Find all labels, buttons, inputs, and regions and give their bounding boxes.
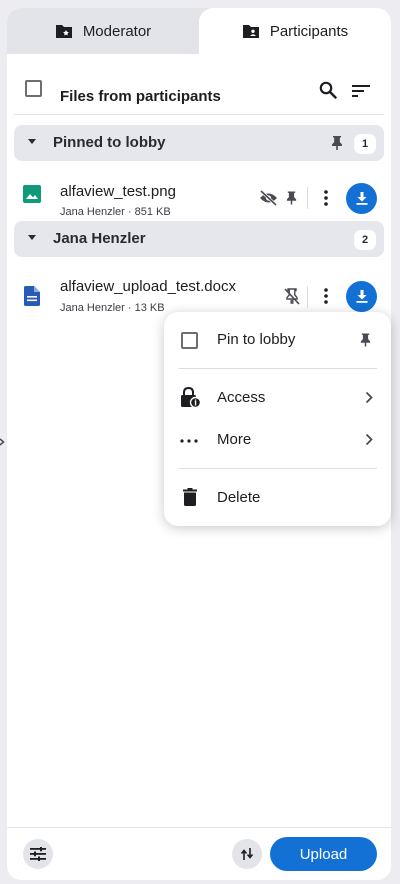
more-options-button[interactable] [319,287,333,305]
group-count-badge: 1 [354,134,376,154]
pin-off-icon [284,287,300,305]
search-icon [319,81,337,99]
sliders-icon [30,847,46,861]
download-button[interactable] [346,281,377,312]
trash-icon [183,488,197,506]
caret-down-icon [28,139,36,144]
tab-participants-label: Participants [269,22,349,40]
file-row[interactable]: alfaview_upload_test.docx Jana Henzler ·… [7,269,391,315]
header-divider [14,114,384,115]
pin-button[interactable] [283,189,299,207]
chevron-right-icon [365,391,373,404]
eye-off-icon [259,190,277,206]
pin-icon [286,191,296,205]
file-meta: Jana Henzler · 851 KB [60,206,171,218]
upload-button[interactable]: Upload [270,837,377,871]
menu-item-label: More [217,431,252,448]
group-title: Jana Henzler [53,230,146,247]
group-title: Pinned to lobby [53,134,166,151]
file-name: alfaview_test.png [60,183,176,200]
chevron-right-icon [365,433,373,446]
select-all-checkbox[interactable] [25,80,42,97]
more-horizontal-icon [180,439,198,443]
file-row[interactable]: alfaview_test.png Jana Henzler · 851 KB [7,174,391,220]
menu-item-label: Pin to lobby [217,331,296,348]
group-count-badge: 2 [354,230,376,250]
sort-button[interactable] [351,81,371,101]
tab-moderator[interactable]: Moderator [7,8,199,54]
tab-participants[interactable]: Participants [199,8,391,54]
menu-item-more[interactable]: More [164,421,391,459]
document-file-icon [24,286,40,306]
pin-checkbox[interactable] [181,332,198,349]
download-button[interactable] [346,183,377,214]
context-menu: Pin to lobby i Access More Delete [164,312,391,526]
folder-star-icon [55,25,72,38]
menu-item-label: Access [217,389,266,406]
menu-item-pin-to-lobby[interactable]: Pin to lobby [164,321,391,359]
more-options-button[interactable] [319,189,333,207]
separator [307,286,308,308]
image-file-icon [23,185,41,203]
caret-down-icon [28,235,36,240]
transfer-button[interactable] [232,839,262,869]
more-vertical-icon [324,190,328,206]
group-jana-henzler[interactable]: Jana Henzler 2 [14,221,384,257]
settings-button[interactable] [23,839,53,869]
tab-moderator-label: Moderator [82,22,152,40]
lock-icon: i [181,387,202,409]
group-pinned-to-lobby[interactable]: Pinned to lobby 1 [14,125,384,161]
sort-icon [352,85,370,97]
download-icon [356,290,367,303]
file-name: alfaview_upload_test.docx [60,278,236,295]
separator [307,187,308,209]
pin-icon [360,333,371,347]
menu-divider [179,368,377,369]
panel-collapse-handle[interactable] [0,430,6,454]
visibility-toggle-button[interactable] [258,189,278,207]
pin-icon [332,136,342,150]
footer-bar: Upload [7,827,391,880]
file-meta: Jana Henzler · 13 KB [60,302,165,314]
menu-item-label: Delete [217,489,261,506]
chevron-right-icon [0,438,5,446]
menu-item-delete[interactable]: Delete [164,479,391,517]
svg-text:i: i [194,398,197,407]
list-title: Files from participants [60,88,221,105]
menu-item-access[interactable]: i Access [164,379,391,417]
swap-vertical-icon [241,848,253,860]
folder-person-icon [242,25,259,38]
unpin-button[interactable] [283,287,301,305]
search-button[interactable] [318,80,338,100]
more-vertical-icon [324,288,328,304]
menu-divider [179,468,377,469]
download-icon [356,192,367,205]
tab-bar: Moderator Participants [7,8,391,54]
